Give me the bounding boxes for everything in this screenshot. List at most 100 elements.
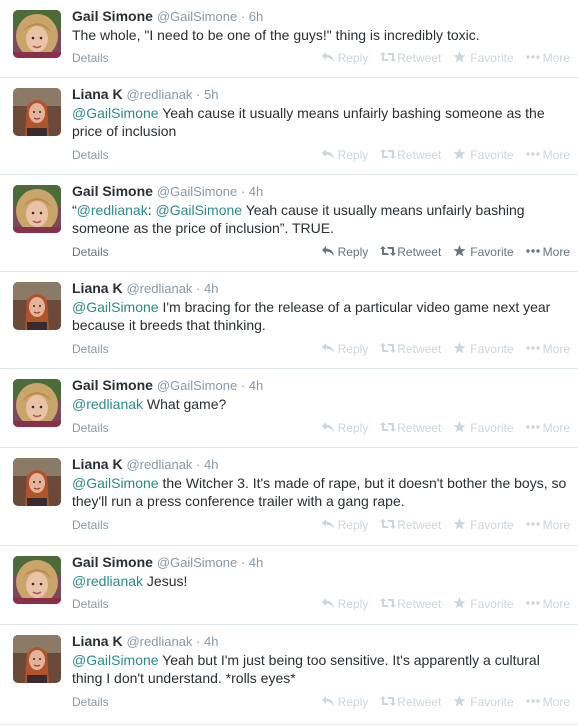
reply-button[interactable]: Reply bbox=[321, 420, 368, 436]
author-handle[interactable]: @redlianak bbox=[126, 281, 192, 296]
reply-button[interactable]: Reply bbox=[321, 694, 368, 710]
author-handle[interactable]: @GailSimone bbox=[157, 378, 237, 393]
favorite-button[interactable]: Favorite bbox=[453, 517, 514, 533]
author-handle[interactable]: @redlianak bbox=[126, 457, 192, 472]
tweet-footer: Details Reply Retweet Favorite More bbox=[72, 596, 570, 612]
author-name[interactable]: Gail Simone bbox=[72, 183, 153, 199]
retweet-button[interactable]: Retweet bbox=[380, 244, 441, 260]
avatar[interactable] bbox=[13, 379, 61, 427]
favorite-button[interactable]: Favorite bbox=[453, 694, 514, 710]
tweet-text-segment: The whole, "I need to be one of the guys… bbox=[72, 27, 480, 43]
author-handle[interactable]: @GailSimone bbox=[157, 555, 237, 570]
author-name[interactable]: Liana K bbox=[72, 280, 123, 296]
reply-button[interactable]: Reply bbox=[321, 341, 368, 357]
author-handle[interactable]: @redlianak bbox=[126, 87, 192, 102]
mention-link[interactable]: @GailSimone bbox=[155, 202, 242, 218]
details-link[interactable]: Details bbox=[72, 695, 109, 709]
reply-button[interactable]: Reply bbox=[321, 517, 368, 533]
avatar[interactable] bbox=[13, 185, 61, 233]
separator: · bbox=[192, 281, 204, 296]
more-button[interactable]: More bbox=[525, 517, 570, 533]
mention-link[interactable]: @redlianak bbox=[77, 202, 148, 218]
tweet-footer: Details Reply Retweet Favorite More bbox=[72, 517, 570, 533]
retweet-icon bbox=[380, 421, 397, 433]
separator: · bbox=[237, 9, 249, 24]
timestamp[interactable]: 4h bbox=[249, 555, 263, 570]
mention-link[interactable]: @redlianak bbox=[72, 396, 143, 412]
retweet-button[interactable]: Retweet bbox=[380, 341, 441, 357]
mention-link[interactable]: @GailSimone bbox=[72, 105, 159, 121]
timestamp[interactable]: 4h bbox=[249, 184, 263, 199]
retweet-button[interactable]: Retweet bbox=[380, 147, 441, 163]
retweet-button[interactable]: Retweet bbox=[380, 694, 441, 710]
retweet-icon bbox=[380, 245, 397, 257]
more-label: More bbox=[542, 518, 570, 532]
tweet-footer: Details Reply Retweet Favorite More bbox=[72, 244, 570, 260]
tweet: Liana K @redlianak · 4h @GailSimone Yeah … bbox=[0, 625, 578, 725]
mention-link[interactable]: @GailSimone bbox=[72, 652, 159, 668]
reply-icon bbox=[321, 245, 335, 257]
tweet-actions: Reply Retweet Favorite More bbox=[309, 341, 570, 357]
tweet-header: Gail Simone @GailSimone · 6h bbox=[72, 7, 263, 26]
mention-link[interactable]: @GailSimone bbox=[72, 475, 159, 491]
author-handle[interactable]: @redlianak bbox=[126, 634, 192, 649]
details-link[interactable]: Details bbox=[72, 342, 109, 356]
avatar[interactable] bbox=[13, 458, 61, 506]
avatar[interactable] bbox=[13, 556, 61, 604]
details-link[interactable]: Details bbox=[72, 245, 109, 259]
reply-button[interactable]: Reply bbox=[321, 50, 368, 66]
favorite-button[interactable]: Favorite bbox=[453, 50, 514, 66]
favorite-button[interactable]: Favorite bbox=[453, 147, 514, 163]
more-button[interactable]: More bbox=[525, 596, 570, 612]
more-button[interactable]: More bbox=[525, 147, 570, 163]
more-button[interactable]: More bbox=[525, 50, 570, 66]
more-button[interactable]: More bbox=[525, 244, 570, 260]
tweet-text: @redlianak Jesus! bbox=[72, 572, 567, 590]
avatar[interactable] bbox=[13, 635, 61, 683]
favorite-button[interactable]: Favorite bbox=[453, 244, 514, 260]
details-link[interactable]: Details bbox=[72, 597, 109, 611]
favorite-button[interactable]: Favorite bbox=[453, 596, 514, 612]
retweet-button[interactable]: Retweet bbox=[380, 420, 441, 436]
more-button[interactable]: More bbox=[525, 341, 570, 357]
author-name[interactable]: Liana K bbox=[72, 633, 123, 649]
reply-button[interactable]: Reply bbox=[321, 596, 369, 612]
timestamp[interactable]: 6h bbox=[249, 9, 263, 24]
details-link[interactable]: Details bbox=[72, 51, 109, 65]
reply-label: Reply bbox=[337, 597, 369, 611]
retweet-button[interactable]: Retweet bbox=[380, 50, 441, 66]
favorite-button[interactable]: Favorite bbox=[453, 420, 514, 436]
author-name[interactable]: Liana K bbox=[72, 456, 123, 472]
reply-button[interactable]: Reply bbox=[321, 244, 368, 260]
more-button[interactable]: More bbox=[525, 694, 570, 710]
avatar[interactable] bbox=[13, 282, 61, 330]
favorite-label: Favorite bbox=[470, 695, 514, 709]
reply-button[interactable]: Reply bbox=[321, 147, 368, 163]
timestamp[interactable]: 4h bbox=[204, 457, 218, 472]
timestamp[interactable]: 4h bbox=[204, 281, 218, 296]
author-handle[interactable]: @GailSimone bbox=[157, 9, 237, 24]
timestamp[interactable]: 5h bbox=[204, 87, 218, 102]
tweet-header: Gail Simone @GailSimone · 4h bbox=[72, 376, 263, 395]
author-name[interactable]: Gail Simone bbox=[72, 554, 153, 570]
timestamp[interactable]: 4h bbox=[204, 634, 218, 649]
author-handle[interactable]: @GailSimone bbox=[157, 184, 237, 199]
author-name[interactable]: Gail Simone bbox=[72, 8, 153, 24]
details-link[interactable]: Details bbox=[72, 518, 109, 532]
more-button[interactable]: More bbox=[525, 420, 570, 436]
mention-link[interactable]: @GailSimone bbox=[72, 299, 159, 315]
tweet: Gail Simone @GailSimone · 4h @redlianak W… bbox=[0, 369, 578, 448]
mention-link[interactable]: @redlianak bbox=[72, 573, 143, 589]
avatar[interactable] bbox=[13, 10, 61, 58]
retweet-label: Retweet bbox=[397, 148, 442, 162]
author-name[interactable]: Gail Simone bbox=[72, 377, 153, 393]
details-link[interactable]: Details bbox=[72, 148, 109, 162]
retweet-button[interactable]: Retweet bbox=[380, 596, 441, 612]
avatar[interactable] bbox=[13, 88, 61, 136]
timestamp[interactable]: 4h bbox=[249, 378, 263, 393]
favorite-label: Favorite bbox=[470, 342, 514, 356]
favorite-button[interactable]: Favorite bbox=[453, 341, 514, 357]
details-link[interactable]: Details bbox=[72, 421, 109, 435]
author-name[interactable]: Liana K bbox=[72, 86, 123, 102]
retweet-button[interactable]: Retweet bbox=[380, 517, 441, 533]
